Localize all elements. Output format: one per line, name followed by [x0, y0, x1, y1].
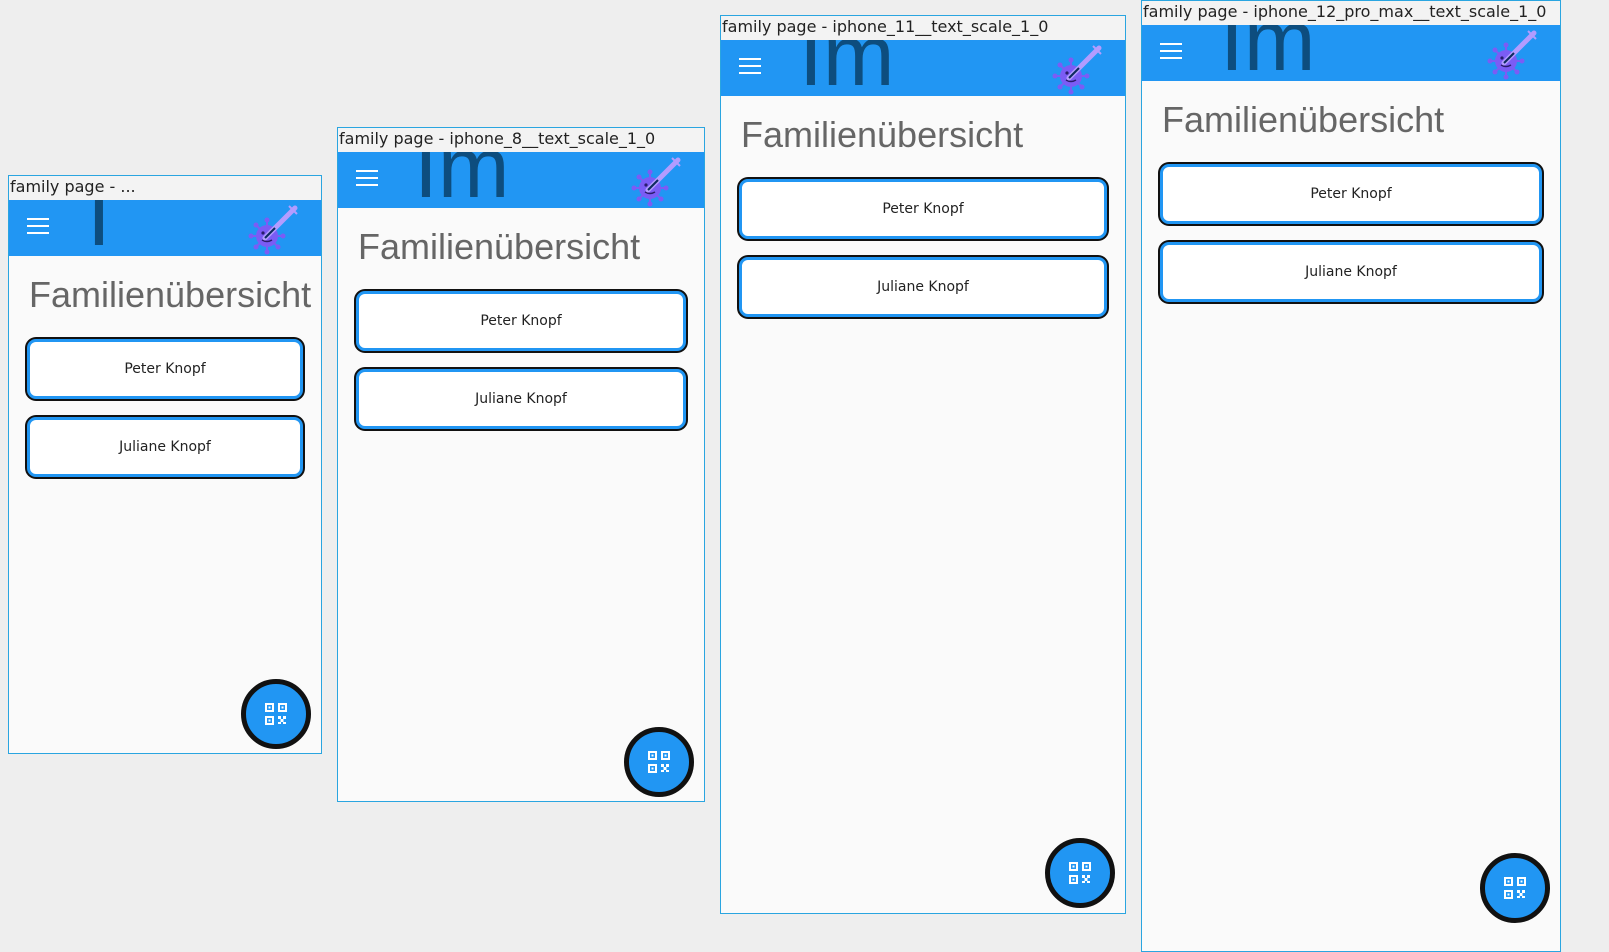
menu-icon[interactable] [1160, 43, 1182, 63]
qr-code-scan-icon [648, 751, 670, 773]
member-button-juliane-knopf[interactable]: Juliane Knopf [27, 417, 303, 477]
member-button-peter-knopf[interactable]: Peter Knopf [1160, 164, 1542, 224]
app-bar: Im [1142, 25, 1560, 81]
logo-text: Im [799, 40, 895, 96]
virus-syringe-icon [631, 157, 681, 207]
logo-text: I [87, 200, 111, 256]
device-frame-default: family page - ... I Familienübersicht Pe… [8, 175, 322, 754]
logo-text: Im [414, 152, 510, 208]
virus-syringe-icon [248, 205, 298, 255]
page-title: Familienübersicht [741, 114, 1024, 155]
device-frame-iphone-11: family page - iphone_11__text_scale_1_0 … [720, 15, 1126, 914]
menu-icon[interactable] [27, 218, 49, 238]
member-button-juliane-knopf[interactable]: Juliane Knopf [356, 369, 686, 429]
logo-text: Im [1220, 25, 1316, 81]
page-title: Familienübersicht [358, 226, 641, 267]
qr-code-scan-icon [1504, 877, 1526, 899]
frame-caption: family page - iphone_8__text_scale_1_0 [338, 128, 704, 152]
app-bar: Im [338, 152, 704, 208]
frame-caption: family page - iphone_12_pro_max__text_sc… [1142, 1, 1560, 25]
member-button-juliane-knopf[interactable]: Juliane Knopf [1160, 242, 1542, 302]
qr-code-scan-icon [265, 703, 287, 725]
app-bar: Im [721, 40, 1125, 96]
member-button-juliane-knopf[interactable]: Juliane Knopf [739, 257, 1107, 317]
page-title: Familienübersicht [29, 274, 312, 315]
frame-caption: family page - iphone_11__text_scale_1_0 [721, 16, 1125, 40]
qr-scan-fab[interactable] [624, 727, 694, 797]
qr-scan-fab[interactable] [1480, 853, 1550, 923]
app-bar: I [9, 200, 321, 256]
member-button-peter-knopf[interactable]: Peter Knopf [356, 291, 686, 351]
member-button-peter-knopf[interactable]: Peter Knopf [27, 339, 303, 399]
qr-scan-fab[interactable] [1045, 838, 1115, 908]
menu-icon[interactable] [356, 170, 378, 190]
page-title: Familienübersicht [1162, 99, 1445, 140]
device-frame-iphone-12-pro-max: family page - iphone_12_pro_max__text_sc… [1141, 0, 1561, 952]
device-frame-iphone-8: family page - iphone_8__text_scale_1_0 I… [337, 127, 705, 802]
qr-scan-fab[interactable] [241, 679, 311, 749]
virus-syringe-icon [1052, 45, 1102, 95]
frame-caption: family page - ... [9, 176, 321, 200]
member-button-peter-knopf[interactable]: Peter Knopf [739, 179, 1107, 239]
menu-icon[interactable] [739, 58, 761, 78]
virus-syringe-icon [1487, 30, 1537, 80]
qr-code-scan-icon [1069, 862, 1091, 884]
